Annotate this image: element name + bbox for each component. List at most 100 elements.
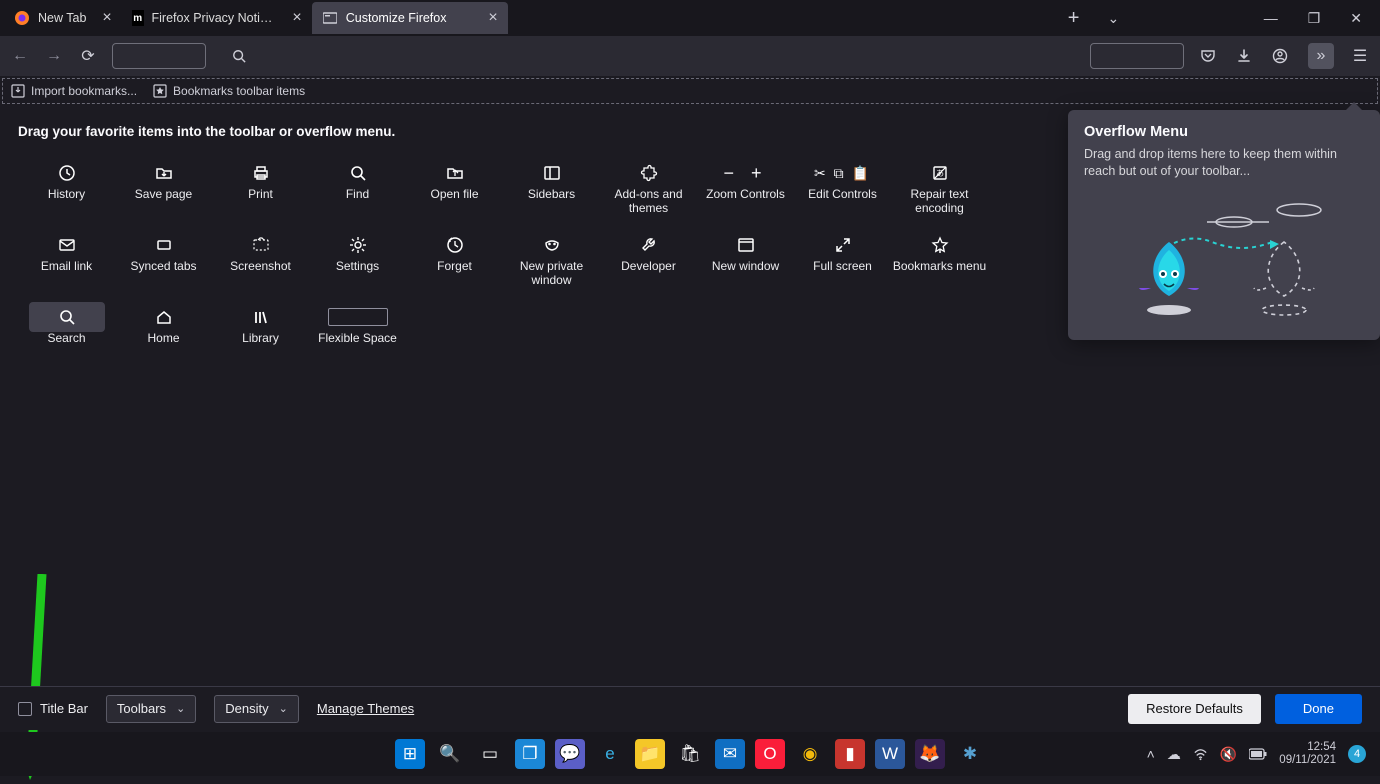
palette-item-settings[interactable]: Settings: [309, 227, 406, 299]
minimize-button[interactable]: —: [1264, 10, 1278, 27]
palette-item-openfile[interactable]: Open file: [406, 155, 503, 227]
taskbar-taskview[interactable]: ▭: [475, 739, 505, 769]
bookmarks-toolbar-dropzone[interactable]: Import bookmarks... Bookmarks toolbar it…: [2, 78, 1378, 104]
nav-toolbar: ← → ⟳ » ☰: [0, 36, 1380, 76]
palette-label: Repair text encoding: [891, 187, 988, 216]
overflow-title: Overflow Menu: [1084, 124, 1364, 140]
extension-placeholder[interactable]: [1090, 43, 1184, 69]
done-button[interactable]: Done: [1275, 694, 1362, 724]
palette-item-private[interactable]: New private window: [503, 227, 600, 299]
palette-item-addons[interactable]: Add-ons and themes: [600, 155, 697, 227]
mozilla-icon: m: [132, 10, 144, 26]
back-button[interactable]: ←: [10, 47, 30, 65]
taskbar-widgets[interactable]: ❐: [515, 739, 545, 769]
palette-label: Developer: [621, 259, 676, 273]
palette-item-fullscreen[interactable]: Full screen: [794, 227, 891, 299]
close-icon[interactable]: ×: [480, 10, 497, 26]
overflow-menu-panel[interactable]: Overflow Menu Drag and drop items here t…: [1068, 110, 1380, 340]
new-tab-button[interactable]: +: [1068, 7, 1080, 30]
wifi-icon[interactable]: [1193, 747, 1208, 762]
battery-icon[interactable]: [1249, 748, 1267, 760]
palette-item-developer[interactable]: Developer: [600, 227, 697, 299]
palette-label: Full screen: [813, 259, 872, 273]
reload-button[interactable]: ⟳: [78, 46, 98, 66]
taskbar-firefox[interactable]: 🦊: [915, 739, 945, 769]
tray-chevron-icon[interactable]: ˄: [1147, 746, 1155, 762]
close-icon[interactable]: ×: [94, 10, 111, 26]
close-icon[interactable]: ×: [284, 10, 301, 26]
taskbar-teams[interactable]: 💬: [555, 739, 585, 769]
taskbar-vs[interactable]: ✱: [955, 739, 985, 769]
clock[interactable]: 12:54 09/11/2021: [1279, 741, 1336, 767]
taskbar-chrome[interactable]: ◉: [795, 739, 825, 769]
palette-label: Save page: [135, 187, 192, 201]
bookmarks-toolbar-items[interactable]: Bookmarks toolbar items: [153, 84, 305, 98]
palette-item-find[interactable]: Find: [309, 155, 406, 227]
system-tray[interactable]: ˄ ☁ 🔇 12:54 09/11/2021 4: [1147, 741, 1380, 767]
palette-item-search[interactable]: Search: [18, 299, 115, 371]
sidebars-icon: [543, 159, 561, 187]
tab-customize[interactable]: Customize Firefox ×: [312, 2, 508, 34]
tab-privacy[interactable]: m Firefox Privacy Notice — Mozil ×: [122, 2, 312, 34]
palette-item-sidebars[interactable]: Sidebars: [503, 155, 600, 227]
palette-item-bmmenu[interactable]: Bookmarks menu: [891, 227, 988, 299]
maximize-button[interactable]: ❐: [1308, 10, 1321, 27]
taskbar-files[interactable]: 📁: [635, 739, 665, 769]
synced-icon: [155, 231, 173, 259]
taskbar-store[interactable]: 🛍: [675, 739, 705, 769]
toolbars-dropdown[interactable]: Toolbars ⌄: [106, 695, 196, 723]
close-window-button[interactable]: ✕: [1350, 10, 1362, 27]
palette-item-print[interactable]: Print: [212, 155, 309, 227]
print-icon: [252, 159, 270, 187]
palette-item-zoom[interactable]: − +Zoom Controls: [697, 155, 794, 227]
app-menu-button[interactable]: ☰: [1350, 46, 1370, 66]
customize-footer: Title Bar Toolbars ⌄ Density ⌄ Manage Th…: [0, 686, 1380, 730]
palette-label: Bookmarks menu: [893, 259, 986, 273]
pocket-icon[interactable]: [1200, 48, 1220, 64]
downloads-icon[interactable]: [1236, 48, 1256, 64]
titlebar-checkbox[interactable]: Title Bar: [18, 701, 88, 716]
account-icon[interactable]: [1272, 48, 1292, 64]
list-tabs-button[interactable]: ⌄: [1107, 10, 1119, 27]
palette-item-library[interactable]: Library: [212, 299, 309, 371]
volume-mute-icon[interactable]: 🔇: [1220, 746, 1237, 763]
search-icon[interactable]: [232, 49, 246, 63]
customize-palette[interactable]: History Save page PrintFindOpen fileSideba…: [18, 155, 1008, 371]
palette-item-emaillink[interactable]: Email link: [18, 227, 115, 299]
palette-item-savepage[interactable]: Save page: [115, 155, 212, 227]
customize-main: Drag your favorite items into the toolba…: [0, 104, 1380, 383]
taskbar-mail[interactable]: ✉: [715, 739, 745, 769]
notifications-badge[interactable]: 4: [1348, 745, 1366, 763]
restore-defaults-button[interactable]: Restore Defaults: [1128, 694, 1261, 724]
taskbar-edge[interactable]: e: [595, 739, 625, 769]
toolbar-overflow-button[interactable]: »: [1308, 43, 1334, 69]
urlbar-placeholder[interactable]: [112, 43, 206, 69]
density-dropdown[interactable]: Density ⌄: [214, 695, 299, 723]
palette-item-home[interactable]: Home: [115, 299, 212, 371]
tab-label: Firefox Privacy Notice — Mozil: [152, 11, 277, 25]
palette-item-repair[interactable]: あRepair text encoding: [891, 155, 988, 227]
import-bookmarks-button[interactable]: Import bookmarks...: [11, 84, 137, 98]
palette-item-history[interactable]: History: [18, 155, 115, 227]
palette-item-screenshot[interactable]: Screenshot: [212, 227, 309, 299]
onedrive-icon[interactable]: ☁: [1167, 746, 1181, 763]
fullscreen-icon: [834, 231, 852, 259]
palette-label: New window: [712, 259, 779, 273]
taskbar-search[interactable]: 🔍: [435, 739, 465, 769]
taskbar-brave[interactable]: ▮: [835, 739, 865, 769]
palette-item-flexspace[interactable]: Flexible Space: [309, 299, 406, 371]
palette-item-forget[interactable]: Forget: [406, 227, 503, 299]
palette-label: New private window: [503, 259, 600, 288]
savepage-icon: [155, 159, 173, 187]
taskbar-start[interactable]: ⊞: [395, 739, 425, 769]
tab-new[interactable]: New Tab ×: [4, 2, 122, 34]
manage-themes-link[interactable]: Manage Themes: [317, 701, 414, 716]
palette-item-synced[interactable]: Synced tabs: [115, 227, 212, 299]
palette-item-edit[interactable]: ✂ ⧉ 📋Edit Controls: [794, 155, 891, 227]
forward-button[interactable]: →: [44, 47, 64, 65]
taskbar-word[interactable]: W: [875, 739, 905, 769]
openfile-icon: [446, 159, 464, 187]
taskbar-opera[interactable]: O: [755, 739, 785, 769]
palette-item-newwin[interactable]: New window: [697, 227, 794, 299]
bookmark-folder-icon: [153, 84, 167, 98]
